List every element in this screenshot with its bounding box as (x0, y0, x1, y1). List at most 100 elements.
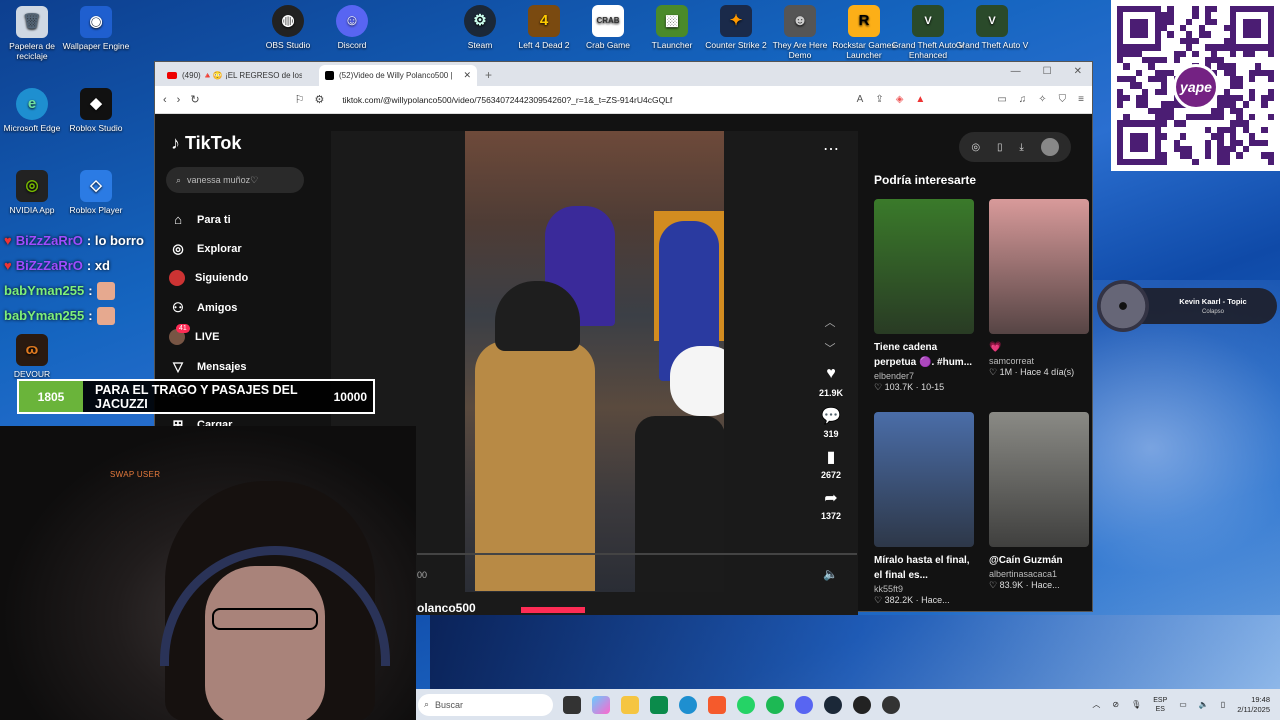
goal-current: 1805 (19, 381, 83, 412)
tiktok-logo[interactable]: ♪ TikTok (171, 133, 241, 154)
forward-icon[interactable]: › (177, 94, 181, 106)
desktop-icon-steam[interactable]: ⚙ Steam (443, 5, 517, 50)
suggestion-meta: ♡ 1M · Hace 4 día(s) (989, 367, 1075, 377)
app-icon[interactable] (882, 695, 900, 714)
compass-icon[interactable]: ◎ (971, 142, 980, 153)
suggestion-card[interactable]: Tiene cadena perpetua 🟣. #hum... elbende… (874, 199, 974, 393)
sidebar-item-amigos[interactable]: ⚇ Amigos (169, 293, 248, 322)
minimize-icon[interactable]: — (1011, 66, 1021, 77)
search-input[interactable]: ⌕ vanessa muñoz♡ (166, 167, 304, 193)
extensions-icon[interactable]: ✧ (1038, 94, 1046, 105)
vpn-icon[interactable]: ⛉ (1059, 94, 1067, 105)
edge-icon[interactable] (679, 695, 697, 714)
task-view-icon[interactable] (563, 695, 581, 714)
messages-count-badge: 41 (176, 324, 190, 333)
site-settings-icon[interactable]: ⚙ (314, 93, 324, 106)
phone-icon[interactable]: ▯ (997, 142, 1003, 153)
spotify-icon[interactable] (766, 695, 784, 714)
language-indicator[interactable]: ESP ES (1153, 696, 1167, 714)
comment-button[interactable]: 💬 319 (815, 406, 847, 439)
copilot-icon[interactable] (592, 695, 610, 714)
obs-icon[interactable] (853, 695, 871, 714)
discord-icon[interactable] (795, 695, 813, 714)
suggestion-author: samcorreat (989, 356, 1035, 366)
friends-icon: ⚇ (172, 299, 184, 315)
desktop-icon-cs2[interactable]: ✦ Counter Strike 2 (699, 5, 773, 50)
desktop-icon-gtav-enhanced[interactable]: V Grand Theft Auto V Enhanced (891, 5, 965, 60)
share-button[interactable]: ➦ 1372 (815, 488, 847, 521)
reload-icon[interactable]: ↻ (190, 93, 199, 106)
sidebar-item-mensajes[interactable]: ▽ Mensajes (169, 352, 248, 381)
new-tab-button[interactable]: + (477, 65, 500, 86)
tab-tiktok[interactable]: (52)Video de Willy Polanco500 | ✕ (319, 65, 477, 86)
desktop-icon-roblox-player[interactable]: ◇ Roblox Player (59, 170, 133, 215)
brave-shield-icon[interactable]: ◈ (896, 94, 904, 105)
sidebar-item-explorar[interactable]: ◎ Explorar (169, 234, 248, 263)
whatsapp-icon[interactable] (737, 695, 755, 714)
discord-icon: ☺ (336, 5, 368, 37)
yape-logo: yape (1173, 64, 1219, 110)
previous-video-icon[interactable]: ︿ (820, 310, 840, 336)
volume-icon[interactable]: 🔈 (1199, 700, 1209, 709)
media-icon[interactable]: ♫ (1019, 94, 1027, 105)
desktop-icon-discord[interactable]: ☺ Discord (315, 5, 389, 50)
share-arrow-icon: ➦ (824, 490, 838, 507)
sidebar-item-siguiendo[interactable]: Siguiendo (169, 264, 248, 293)
download-icon[interactable]: ⤓ (1019, 142, 1023, 153)
sidebar-icon[interactable]: ▭ (997, 94, 1006, 105)
video-frame[interactable] (465, 131, 724, 592)
chevron-up-icon[interactable]: ︿ (1092, 699, 1100, 710)
brave-icon[interactable] (708, 695, 726, 714)
profile-avatar[interactable] (1040, 138, 1059, 156)
bookmark-icon[interactable]: ⚐ (295, 93, 305, 106)
microphone-icon[interactable]: 🎙 (1131, 700, 1141, 709)
translate-icon[interactable]: A (857, 94, 864, 105)
desktop-icon-devour[interactable]: ɷ DEVOUR (0, 334, 69, 379)
maximize-icon[interactable]: ☐ (1043, 66, 1052, 77)
menu-icon[interactable]: ≡ (1078, 94, 1084, 105)
more-options-icon[interactable]: ⋯ (823, 139, 839, 159)
video-progress-bar[interactable] (417, 553, 857, 555)
wallpaper-engine-icon: ◉ (80, 6, 112, 38)
desktop-icon-obs[interactable]: ◍ OBS Studio (251, 5, 325, 50)
tab-bar: (490) 🔺😳 ¡EL REGRESO de los FUN (52)Vide… (155, 62, 1092, 86)
desktop-icon-roblox-studio[interactable]: ◆ Roblox Studio (59, 88, 133, 133)
back-icon[interactable]: ‹ (163, 94, 167, 106)
share-icon[interactable]: ⇪ (875, 94, 883, 105)
edge-icon: e (16, 88, 48, 120)
steam-icon[interactable] (824, 695, 842, 714)
follow-button[interactable] (521, 607, 585, 613)
network-icon[interactable]: ⊘ (1112, 700, 1119, 709)
suggestion-card[interactable]: @Caín Guzmán albertinasacaca1 ♡ 83.9K · … (989, 412, 1089, 591)
store-icon[interactable] (650, 695, 668, 714)
left4dead-icon: 4 (528, 5, 560, 37)
brave-rewards-icon[interactable]: ▲ (915, 94, 925, 105)
battery-icon[interactable]: ▯ (1221, 700, 1225, 709)
tab-youtube[interactable]: (490) 🔺😳 ¡EL REGRESO de los FUN (161, 65, 319, 86)
sidebar-item-para-ti[interactable]: ⌂ Para ti (169, 205, 248, 234)
address-bar[interactable]: tiktok.com/@willypolanco500/video/756340… (342, 95, 672, 105)
desktop-icon-they-are-here[interactable]: ☻ They Are Here Demo (763, 5, 837, 60)
home-icon: ⌂ (174, 212, 182, 228)
volume-icon[interactable]: 🔈 (823, 567, 838, 581)
desktop-icon-rockstar[interactable]: R Rockstar Games Launcher (827, 5, 901, 60)
desktop-icon-l4d2[interactable]: 4 Left 4 Dead 2 (507, 5, 581, 50)
taskbar-search[interactable]: ⌕ Buscar (418, 693, 553, 716)
display-icon[interactable]: ▭ (1179, 700, 1187, 709)
like-button[interactable]: ♥ 21.9K (815, 365, 847, 398)
desktop-icon-gtav[interactable]: V Grand Theft Auto V (955, 5, 1029, 50)
close-tab-icon[interactable]: ✕ (463, 70, 471, 81)
suggestion-card[interactable]: Míralo hasta el final, el final es... kk… (874, 412, 974, 606)
next-video-icon[interactable]: ﹀ (820, 336, 840, 362)
desktop-icon-crab-game[interactable]: CRAB Crab Game (571, 5, 645, 50)
desktop-icon-wallpaper-engine[interactable]: ◉ Wallpaper Engine (59, 6, 133, 51)
clock[interactable]: 19:48 2/11/2025 (1237, 695, 1270, 715)
video-author[interactable]: olanco500 (417, 601, 476, 615)
track-subtitle: Colapso (1201, 309, 1224, 315)
suggestion-meta: ♡ 382.2K · Hace... (874, 595, 950, 605)
save-button[interactable]: ▮ 2672 (815, 447, 847, 480)
file-explorer-icon[interactable] (621, 695, 639, 714)
close-window-icon[interactable]: ✕ (1074, 66, 1082, 77)
desktop-icon-tlauncher[interactable]: ▩ TLauncher (635, 5, 709, 50)
suggestion-card[interactable]: 💗 samcorreat ♡ 1M · Hace 4 día(s) (989, 199, 1089, 378)
